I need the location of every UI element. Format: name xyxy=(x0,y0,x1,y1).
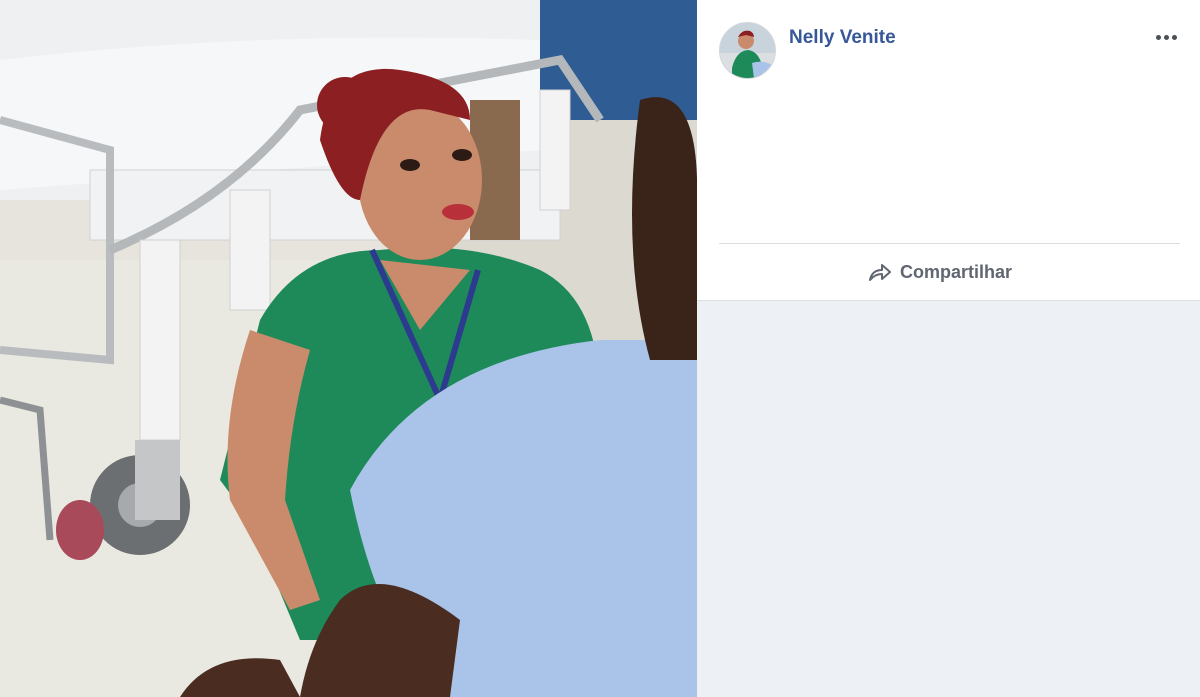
hospital-scene-image xyxy=(0,0,697,697)
more-options-button[interactable] xyxy=(1149,24,1183,50)
avatar[interactable] xyxy=(719,22,776,79)
post-card: Nelly Venite Compartilhar xyxy=(697,0,1200,301)
divider xyxy=(719,243,1180,244)
share-button[interactable]: Compartilhar xyxy=(867,256,1012,288)
post-photo[interactable] xyxy=(0,0,697,697)
side-panel: Nelly Venite Compartilhar xyxy=(697,0,1200,697)
more-options-icon xyxy=(1155,34,1177,40)
share-arrow-icon xyxy=(869,264,891,281)
profile-photo-icon xyxy=(720,23,775,78)
author-name-link[interactable]: Nelly Venite xyxy=(789,27,896,49)
share-label: Compartilhar xyxy=(900,261,1013,282)
